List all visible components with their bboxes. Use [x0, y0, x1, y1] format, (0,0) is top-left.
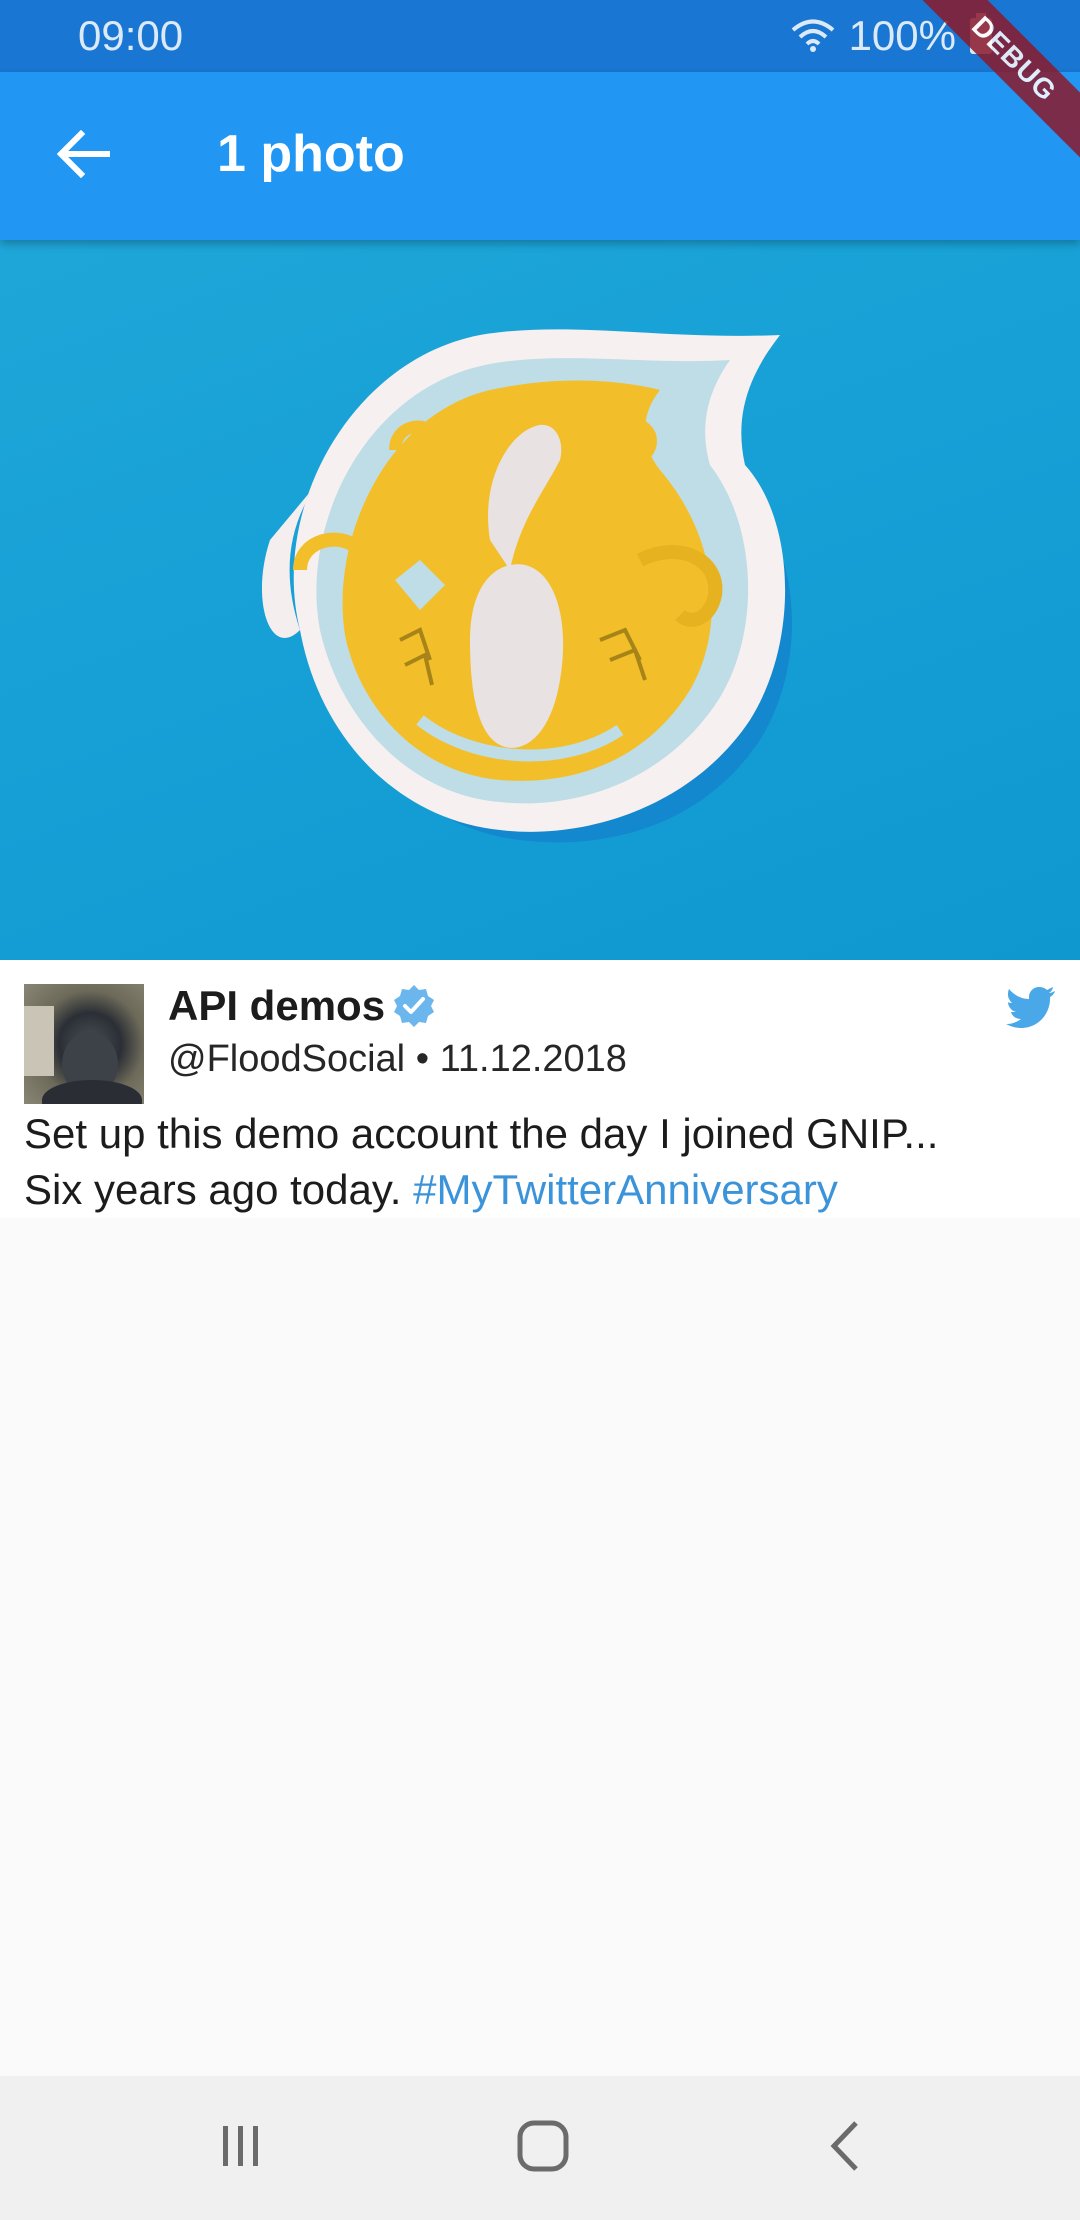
home-icon — [516, 2119, 570, 2178]
number-six-papercraft-image — [261, 329, 793, 843]
battery-percent: 100% — [848, 12, 956, 59]
back-chevron-icon — [826, 2119, 866, 2178]
screen: 09:00 100% DEBUG 1 photo API demos @Floo… — [0, 0, 1080, 2220]
wifi-icon — [791, 19, 835, 53]
back-button[interactable] — [40, 112, 128, 200]
verified-badge-icon — [391, 983, 437, 1029]
user-name-row: API demos — [168, 982, 437, 1030]
user-name[interactable]: API demos — [168, 982, 385, 1030]
tweet-text-line-2: Six years ago today. — [24, 1166, 402, 1213]
system-nav-bar — [0, 2076, 1080, 2220]
tweet-text-line-1: Set up this demo account the day I joine… — [24, 1110, 939, 1157]
twitter-bird-icon[interactable] — [1006, 986, 1056, 1030]
status-bar: 09:00 100% — [0, 0, 1080, 72]
meta-separator: • — [415, 1038, 430, 1080]
recents-icon — [217, 2122, 265, 2175]
tweet-date: 11.12.2018 — [439, 1038, 627, 1080]
tweet-photo[interactable] — [0, 240, 1080, 960]
hashtag-link[interactable]: #MyTwitterAnniversary — [413, 1166, 838, 1213]
nav-back-button[interactable] — [810, 2112, 882, 2184]
status-time: 09:00 — [78, 12, 184, 59]
app-bar: 1 photo — [0, 72, 1080, 240]
nav-recents-button[interactable] — [205, 2112, 277, 2184]
tweet-meta: @FloodSocial • 11.12.2018 — [168, 1038, 627, 1081]
avatar[interactable] — [24, 984, 144, 1104]
page-title: 1 photo — [217, 125, 405, 183]
tweet-card[interactable]: API demos @FloodSocial • 11.12.2018 Set … — [0, 960, 1080, 1218]
nav-home-button[interactable] — [507, 2112, 579, 2184]
user-handle[interactable]: @FloodSocial — [168, 1038, 405, 1080]
tweet-text: Set up this demo account the day I joine… — [24, 1106, 1054, 1218]
arrow-left-icon — [56, 129, 111, 183]
